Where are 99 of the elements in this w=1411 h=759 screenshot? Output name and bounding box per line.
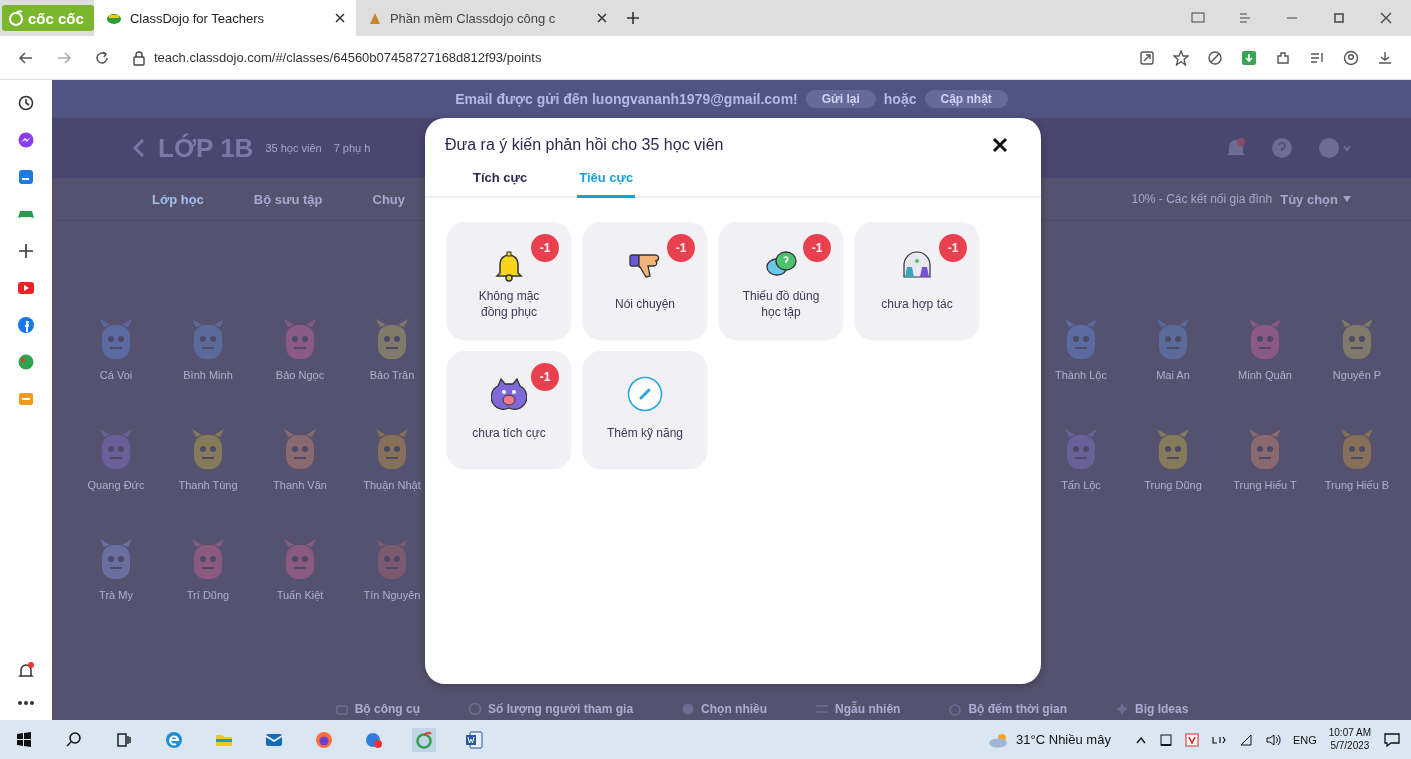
social-f-icon[interactable] bbox=[17, 316, 35, 334]
points-badge: -1 bbox=[531, 234, 559, 262]
caret-icon bbox=[1343, 196, 1351, 202]
plus-icon[interactable] bbox=[625, 11, 640, 25]
banner-message: Email được gửi đến luongvananh1979@gmail.com! bbox=[455, 91, 798, 107]
video-play-icon[interactable] bbox=[17, 279, 35, 297]
dojo-icon bbox=[105, 12, 122, 24]
nav-tab[interactable]: Chuy bbox=[372, 191, 405, 207]
address-field[interactable]: teach.classdojo.com/#/classes/64560b07458727168d812f93/points bbox=[132, 49, 1117, 66]
student-card[interactable]: Trí Dũng bbox=[162, 531, 254, 641]
toolbox-icon bbox=[334, 702, 349, 716]
clock[interactable]: 10:07 AM 5/7/2023 bbox=[1328, 727, 1371, 752]
student-card[interactable]: Cá Voi bbox=[70, 311, 162, 421]
toolbar-button[interactable]: Ngẫu nhiên bbox=[815, 702, 901, 716]
toolbar-button[interactable]: Big Ideas bbox=[1115, 702, 1189, 716]
skill-tile[interactable]: -1 Thiếu đồ dùng học tập bbox=[719, 222, 843, 339]
wifi-icon[interactable] bbox=[1238, 732, 1253, 747]
back-icon[interactable] bbox=[18, 49, 34, 66]
student-card[interactable]: Thuận Nhật bbox=[346, 421, 438, 531]
student-card[interactable]: Tấn Lộc bbox=[1035, 421, 1127, 531]
language-indicator[interactable]: ENG bbox=[1292, 733, 1317, 746]
browser-tab[interactable]: ClassDojo for Teachers bbox=[93, 0, 356, 36]
dialog-title: Đưa ra ý kiến phản hồi cho 35 học viên bbox=[445, 136, 724, 154]
star-icon[interactable] bbox=[1173, 49, 1189, 66]
messenger-icon[interactable] bbox=[17, 131, 35, 149]
globe-icon[interactable] bbox=[17, 353, 35, 371]
student-card[interactable]: Bảo Ngọc bbox=[254, 311, 346, 421]
nav-tab[interactable]: Lớp học bbox=[152, 191, 204, 207]
add-skill-tile[interactable]: Thêm kỹ năng bbox=[583, 351, 707, 468]
close-icon[interactable] bbox=[595, 12, 608, 24]
points-badge: -1 bbox=[939, 234, 967, 262]
toolbar-button[interactable]: Bộ đếm thời gian bbox=[948, 702, 1067, 716]
dialog-tab[interactable]: Tiêu cực bbox=[577, 170, 636, 198]
shield-icon[interactable] bbox=[1207, 49, 1223, 66]
nav-tab[interactable]: Bộ sưu tập bbox=[253, 191, 323, 207]
chat-app-icon[interactable] bbox=[17, 168, 35, 186]
toolbar-button[interactable]: Số lượng người tham gia bbox=[468, 702, 634, 716]
skill-tile[interactable]: -1 Nói chuyện bbox=[583, 222, 707, 339]
maximize-icon[interactable] bbox=[1332, 11, 1346, 25]
student-card[interactable]: Nguyên P bbox=[1311, 311, 1403, 421]
student-card[interactable]: Thanh Tùng bbox=[162, 421, 254, 531]
close-icon[interactable] bbox=[333, 12, 346, 24]
student-card[interactable]: Bình Minh bbox=[162, 311, 254, 421]
update-button[interactable]: Cập nhật bbox=[924, 90, 1008, 108]
people-icon bbox=[468, 702, 482, 716]
points-badge: -1 bbox=[531, 363, 559, 391]
sparkle-icon bbox=[1115, 702, 1129, 716]
dialog-tab[interactable]: Tích cực bbox=[471, 170, 530, 198]
download-badge-icon[interactable] bbox=[1241, 49, 1257, 66]
student-card[interactable]: Bảo Trân bbox=[346, 311, 438, 421]
family-connections-text: 10% - Các kết nối gia đình bbox=[1131, 192, 1273, 206]
leaf-browser-icon[interactable] bbox=[412, 727, 436, 752]
browser-logo[interactable]: cốc cốc bbox=[2, 5, 94, 31]
student-card[interactable]: Tín Nguyên bbox=[346, 531, 438, 641]
checkmark-circle-icon bbox=[681, 702, 696, 716]
cake-icon bbox=[367, 11, 382, 25]
weather-widget[interactable]: 31°C Nhiều mây bbox=[988, 731, 1111, 748]
close-icon[interactable] bbox=[1379, 11, 1393, 25]
lock-icon bbox=[132, 49, 146, 66]
options-dropdown[interactable]: Tùy chọn bbox=[1280, 191, 1351, 207]
profile-icon[interactable] bbox=[1343, 49, 1359, 66]
v-badge-icon[interactable] bbox=[1184, 732, 1199, 747]
history-icon[interactable] bbox=[17, 94, 35, 112]
browser-tab[interactable]: Phần mềm Classdojo công c bbox=[355, 0, 618, 36]
student-card[interactable]: Quang Đức bbox=[70, 421, 162, 531]
skill-tile[interactable]: -1 Không mặc đồng phục bbox=[447, 222, 571, 339]
student-count: 35 học viên bbox=[265, 142, 322, 154]
student-card[interactable]: Trung Hiếu T bbox=[1219, 421, 1311, 531]
download-icon[interactable] bbox=[1377, 49, 1393, 66]
student-card[interactable]: Trà My bbox=[70, 531, 162, 641]
skill-tile[interactable]: -1 chưa tích cực bbox=[447, 351, 571, 468]
student-card[interactable]: Mai An bbox=[1127, 311, 1219, 421]
pencil-circle-icon bbox=[627, 375, 663, 412]
points-badge: -1 bbox=[803, 234, 831, 262]
plus-icon[interactable] bbox=[17, 242, 35, 260]
student-card[interactable]: Tuấn Kiệt bbox=[254, 531, 346, 641]
student-card[interactable]: Trung Dũng bbox=[1127, 421, 1219, 531]
student-card[interactable]: Thành Lộc bbox=[1035, 311, 1127, 421]
banner-text: hoặc bbox=[883, 91, 917, 107]
parent-count: 7 phụ h bbox=[333, 142, 371, 154]
close-icon[interactable] bbox=[991, 136, 1009, 154]
leaf-icon bbox=[8, 10, 24, 26]
skill-tile[interactable]: -1 chưa hợp tác bbox=[855, 222, 979, 339]
toolbar-button[interactable]: Chọn nhiều bbox=[681, 702, 768, 716]
notification-icon[interactable] bbox=[1383, 731, 1401, 748]
student-card[interactable]: Thanh Vân bbox=[254, 421, 346, 531]
shuffle-icon bbox=[815, 702, 830, 716]
more-icon[interactable] bbox=[17, 700, 35, 706]
student-card[interactable]: Minh Quân bbox=[1219, 311, 1311, 421]
monster-face-icon bbox=[491, 375, 527, 412]
toolbar-button[interactable]: Bộ công cụ bbox=[334, 702, 420, 716]
sidebar-toggle-icon[interactable] bbox=[1238, 11, 1252, 25]
share-icon[interactable] bbox=[1139, 49, 1155, 66]
reload-icon[interactable] bbox=[94, 49, 110, 66]
speaker-icon[interactable] bbox=[1264, 732, 1281, 747]
timer-icon bbox=[948, 702, 963, 716]
student-card[interactable]: Trung Hiếu B bbox=[1311, 421, 1403, 531]
points-badge: -1 bbox=[667, 234, 695, 262]
resend-button[interactable]: Gửi lại bbox=[805, 90, 876, 108]
